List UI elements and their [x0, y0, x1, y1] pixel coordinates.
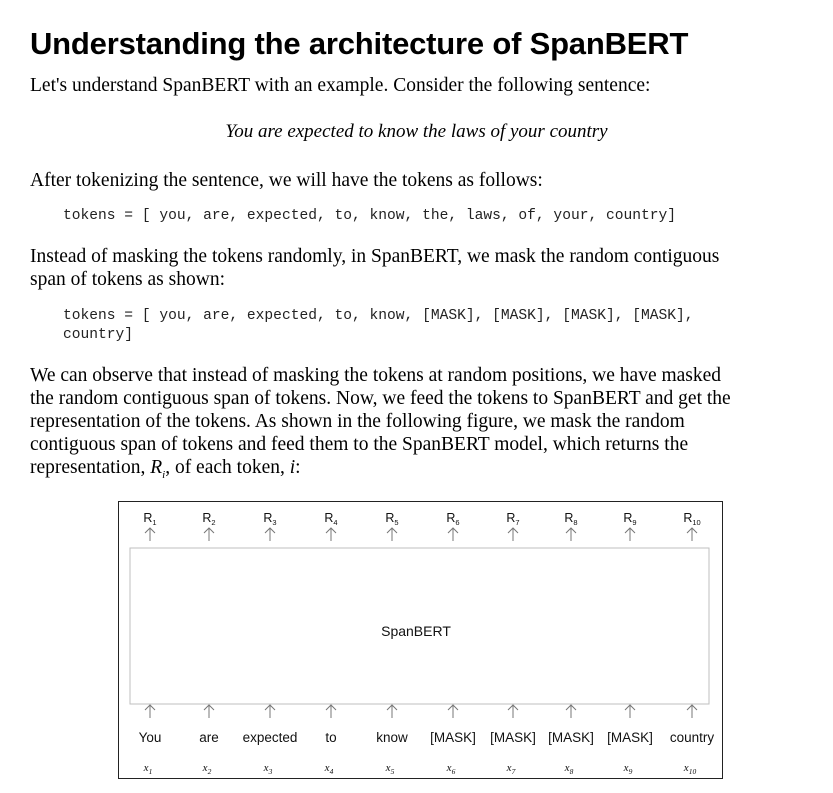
input-word-8: [MASK]	[548, 730, 594, 745]
output-label-7: R7	[506, 511, 519, 527]
input-word-5: know	[376, 730, 408, 745]
output-label-8: R8	[564, 511, 577, 527]
output-label-4: R4	[324, 511, 337, 527]
input-word-2: are	[199, 730, 219, 745]
input-word-4: to	[325, 730, 336, 745]
input-symbol-2: x2	[202, 762, 212, 776]
observe-line-4: contiguous span of tokens and feed them …	[30, 434, 689, 455]
output-label-10: R10	[683, 511, 700, 527]
spanbert-diagram: SpanBERT R1 You x1 R2 are x2 R3 expected x3 R4 to x4…	[129, 511, 715, 776]
observe-paragraph: We can observe that instead of masking t…	[30, 364, 805, 487]
observe-line-5-middle: , of each token,	[165, 457, 290, 478]
span-mask-paragraph: Instead of masking the tokens randomly, …	[30, 245, 805, 291]
input-symbol-5: x5	[385, 762, 395, 776]
tokens-code-block: tokens = [ you, are, expected, to, know,…	[63, 208, 677, 224]
input-word-10: country	[670, 730, 715, 745]
output-label-1: R1	[143, 511, 156, 527]
input-word-1: You	[139, 730, 162, 745]
input-symbol-4: x4	[324, 762, 334, 776]
representation-symbol: Ri	[150, 457, 166, 481]
spanbert-figure: SpanBERT R1 You x1 R2 are x2 R3 expected x3 R4 to x4…	[118, 501, 723, 779]
output-label-3: R3	[263, 511, 276, 527]
observe-line-5-suffix: :	[295, 457, 301, 478]
output-label-5: R5	[385, 511, 398, 527]
output-label-9: R9	[623, 511, 636, 527]
span-mask-line-1: Instead of masking the tokens randomly, …	[30, 246, 720, 267]
input-symbol-9: x9	[623, 762, 633, 776]
masked-tokens-code-block: tokens = [ you, are, expected, to, know,…	[63, 307, 694, 345]
masked-code-line-2: country]	[63, 327, 134, 343]
input-word-3: expected	[243, 730, 298, 745]
input-symbol-6: x6	[446, 762, 456, 776]
input-symbol-1: x1	[143, 762, 153, 776]
intro-paragraph: Let's understand SpanBERT with an exampl…	[30, 75, 651, 96]
after-tokenizing-paragraph: After tokenizing the sentence, we will h…	[30, 170, 543, 191]
observe-line-3: representation of the tokens. As shown i…	[30, 411, 685, 432]
span-mask-line-2: span of tokens as shown:	[30, 269, 225, 290]
output-label-6: R6	[446, 511, 459, 527]
output-label-2: R2	[202, 511, 215, 527]
input-symbol-8: x8	[564, 762, 574, 776]
spanbert-model-label: SpanBERT	[381, 623, 451, 639]
masked-code-line-1: tokens = [ you, are, expected, to, know,…	[63, 308, 694, 324]
observe-line-5-prefix: representation,	[30, 457, 151, 478]
observe-line-1: We can observe that instead of masking t…	[30, 365, 722, 386]
input-symbol-7: x7	[506, 762, 516, 776]
input-symbol-10: x10	[683, 762, 697, 776]
input-word-9: [MASK]	[607, 730, 653, 745]
input-word-6: [MASK]	[430, 730, 476, 745]
observe-line-5: representation, Ri, of each token, i:	[30, 456, 805, 487]
example-sentence: You are expected to know the laws of you…	[225, 121, 608, 142]
input-word-7: [MASK]	[490, 730, 536, 745]
page-title: Understanding the architecture of SpanBE…	[30, 26, 689, 61]
input-symbol-3: x3	[263, 762, 273, 776]
observe-line-2: the random contiguous span of tokens. No…	[30, 388, 731, 409]
